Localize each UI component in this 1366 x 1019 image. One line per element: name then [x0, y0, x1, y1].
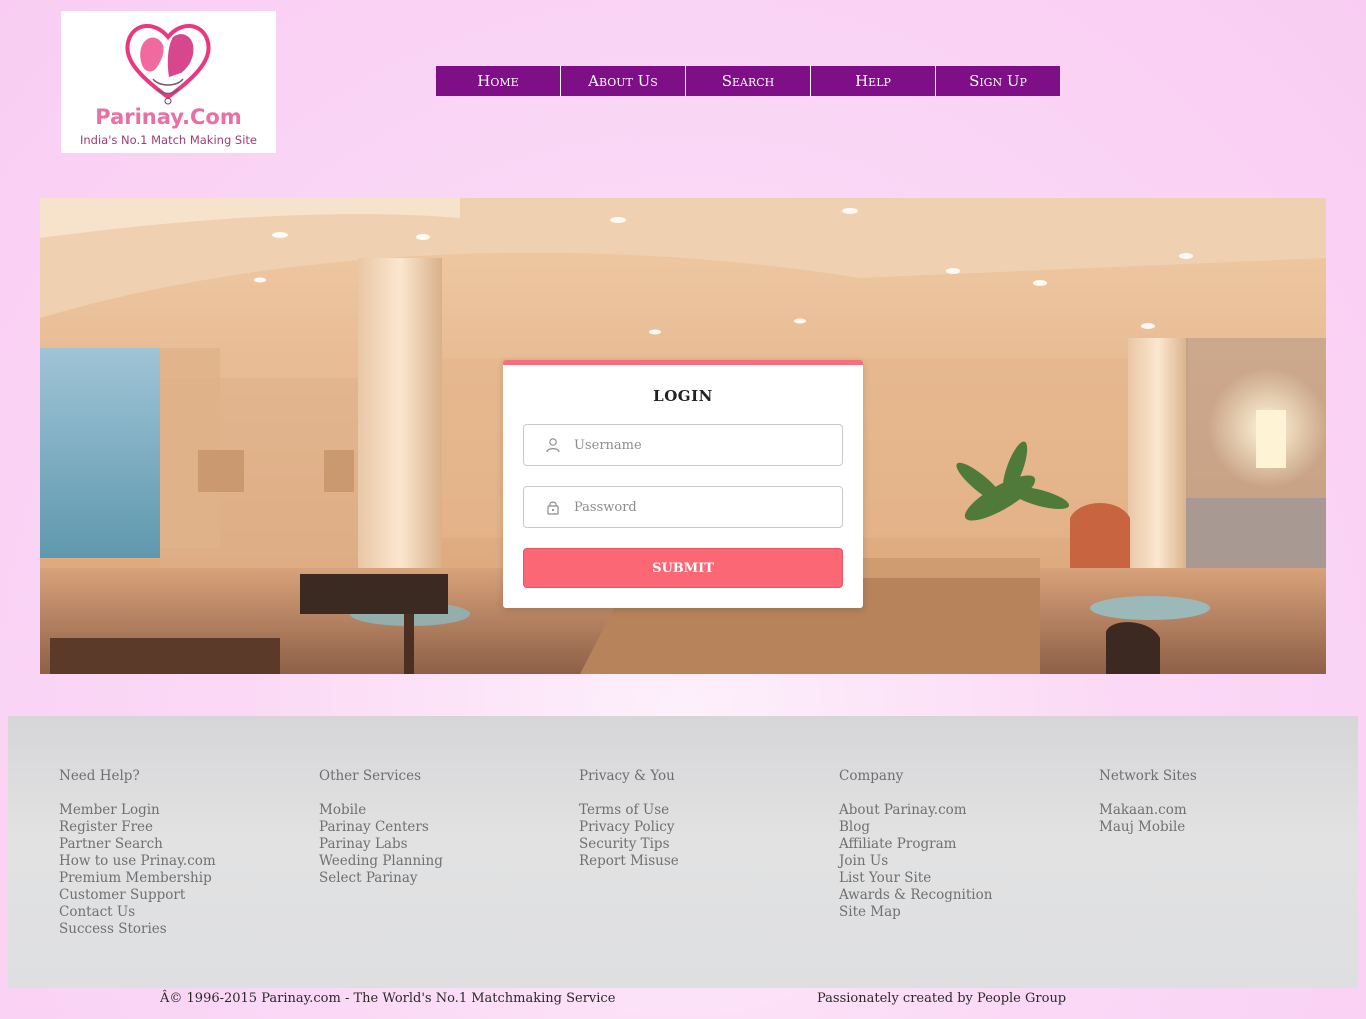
copyright-text: Â© 1996-2015 Parinay.com - The World's N… [160, 991, 616, 1006]
nav-search[interactable]: Search [686, 66, 811, 96]
nav-home[interactable]: Home [436, 66, 561, 96]
footer-col-privacy: Privacy & You Terms of Use Privacy Polic… [579, 768, 819, 870]
credit-text: Passionately created by People Group [817, 991, 1067, 1006]
submit-button[interactable]: SUBMIT [523, 548, 843, 588]
footer-link-success-stories[interactable]: Success Stories [59, 921, 299, 938]
footer-link-makaan[interactable]: Makaan.com [1099, 802, 1339, 819]
footer-heading: Company [839, 768, 904, 784]
user-icon [545, 437, 561, 457]
footer-link-parinay-centers[interactable]: Parinay Centers [319, 819, 559, 836]
footer-heading: Network Sites [1099, 768, 1197, 784]
footer-link-security-tips[interactable]: Security Tips [579, 836, 819, 853]
footer-link-register-free[interactable]: Register Free [59, 819, 299, 836]
footer-col-need-help: Need Help? Member Login Register Free Pa… [59, 768, 299, 938]
nav-help[interactable]: Help [811, 66, 936, 96]
footer-col-network-sites: Network Sites Makaan.com Mauj Mobile [1099, 768, 1339, 836]
footer-link-affiliate-program[interactable]: Affiliate Program [839, 836, 1079, 853]
footer-link-member-login[interactable]: Member Login [59, 802, 299, 819]
site-logo[interactable]: Parinay.Com India's No.1 Match Making Si… [61, 11, 276, 153]
footer-heading: Need Help? [59, 768, 140, 784]
footer-link-privacy-policy[interactable]: Privacy Policy [579, 819, 819, 836]
footer-link-parinay-labs[interactable]: Parinay Labs [319, 836, 559, 853]
footer-link-contact-us[interactable]: Contact Us [59, 904, 299, 921]
username-input[interactable] [574, 435, 824, 455]
footer-link-list-your-site[interactable]: List Your Site [839, 870, 1079, 887]
site-footer: Need Help? Member Login Register Free Pa… [8, 716, 1358, 988]
main-nav: Home About Us Search Help Sign Up [436, 66, 1060, 96]
footer-col-other-services: Other Services Mobile Parinay Centers Pa… [319, 768, 559, 887]
footer-link-blog[interactable]: Blog [839, 819, 1079, 836]
password-input[interactable] [574, 497, 824, 517]
footer-link-weeding-planning[interactable]: Weeding Planning [319, 853, 559, 870]
footer-col-company: Company About Parinay.com Blog Affiliate… [839, 768, 1079, 921]
brand-tagline: India's No.1 Match Making Site [80, 133, 257, 147]
heart-couple-logo-icon [125, 24, 211, 105]
login-card: LOGIN SUBMIT [503, 360, 863, 608]
footer-link-select-parinay[interactable]: Select Parinay [319, 870, 559, 887]
footer-link-awards[interactable]: Awards & Recognition [839, 887, 1079, 904]
footer-link-mauj-mobile[interactable]: Mauj Mobile [1099, 819, 1339, 836]
brand-name: Parinay.Com [95, 105, 242, 129]
login-title: LOGIN [653, 387, 713, 405]
footer-link-premium-membership[interactable]: Premium Membership [59, 870, 299, 887]
username-field[interactable] [523, 424, 843, 466]
footer-link-about[interactable]: About Parinay.com [839, 802, 1079, 819]
nav-sign-up[interactable]: Sign Up [936, 66, 1060, 96]
footer-link-report-misuse[interactable]: Report Misuse [579, 853, 819, 870]
footer-link-terms-of-use[interactable]: Terms of Use [579, 802, 819, 819]
footer-link-customer-support[interactable]: Customer Support [59, 887, 299, 904]
footer-heading: Other Services [319, 768, 422, 784]
footer-link-join-us[interactable]: Join Us [839, 853, 1079, 870]
footer-link-site-map[interactable]: Site Map [839, 904, 1079, 921]
lock-icon [545, 499, 561, 519]
footer-link-how-to-use[interactable]: How to use Prinay.com [59, 853, 299, 870]
password-field[interactable] [523, 486, 843, 528]
nav-about-us[interactable]: About Us [561, 66, 686, 96]
footer-heading: Privacy & You [579, 768, 675, 784]
footer-link-partner-search[interactable]: Partner Search [59, 836, 299, 853]
footer-link-mobile[interactable]: Mobile [319, 802, 559, 819]
